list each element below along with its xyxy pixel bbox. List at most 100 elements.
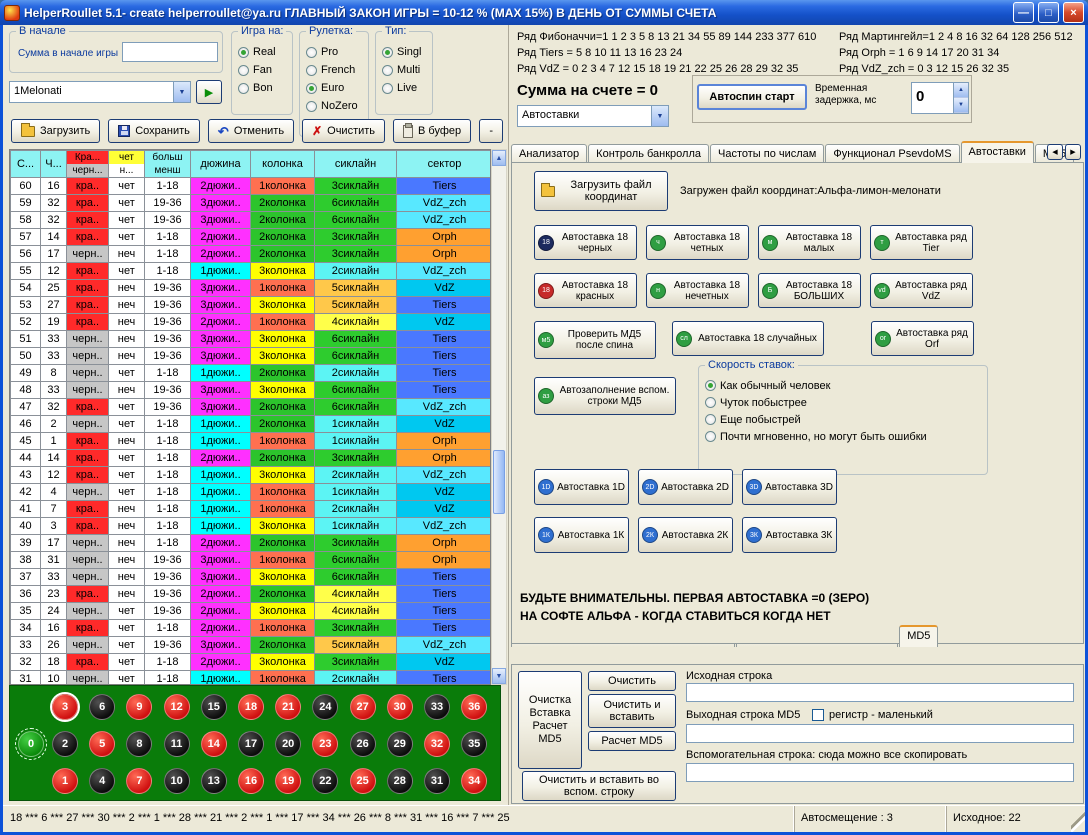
autobet-button[interactable]: 1КАвтоставка 1К bbox=[534, 517, 629, 553]
board-number-9[interactable]: 9 bbox=[126, 694, 152, 720]
delay-spinner[interactable]: 0 ▲ ▼ bbox=[911, 82, 969, 114]
board-number-35[interactable]: 35 bbox=[461, 731, 487, 757]
table-row[interactable]: 3110черн..чет1-181дюжи..1колонка2сиклайн… bbox=[11, 671, 492, 686]
autobet-button[interactable]: азАвтозаполнение вспом. строки МД5 bbox=[534, 377, 676, 415]
table-row[interactable]: 3733черн..неч19-363дюжи..3колонка6сиклай… bbox=[11, 569, 492, 586]
board-number-10[interactable]: 10 bbox=[164, 768, 190, 794]
board-number-31[interactable]: 31 bbox=[424, 768, 450, 794]
md5-calc-button[interactable]: Расчет MD5 bbox=[588, 731, 676, 751]
table-row[interactable]: 5512кра..чет1-181дюжи..3колонка2сиклайнV… bbox=[11, 263, 492, 280]
autobet-button[interactable]: 2КАвтоставка 2К bbox=[638, 517, 733, 553]
md5-clear-button[interactable]: Очистить bbox=[588, 671, 676, 691]
table-row[interactable]: 3831черн..неч19-363дюжи..1колонка6сиклай… bbox=[11, 552, 492, 569]
register-checkbox[interactable] bbox=[812, 709, 824, 721]
table-row[interactable]: 6016кра..чет1-182дюжи..1колонка3сиклайнT… bbox=[11, 178, 492, 195]
speed-option-2[interactable]: Еще побыстрей bbox=[699, 411, 987, 428]
board-number-22[interactable]: 22 bbox=[312, 768, 338, 794]
md5-clear-insert-aux-button[interactable]: Очистить и вставить во вспом. строку bbox=[522, 771, 676, 801]
bottom-tabs-tab-2[interactable]: MD5 bbox=[899, 625, 938, 647]
board-number-15[interactable]: 15 bbox=[201, 694, 227, 720]
title-bar[interactable]: HelperRoullet 5.1- create helperroullet@… bbox=[0, 0, 1088, 25]
board-number-21[interactable]: 21 bbox=[275, 694, 301, 720]
main-tabs-tab-0[interactable]: Анализатор bbox=[511, 144, 587, 163]
board-number-0[interactable]: 0 bbox=[18, 731, 44, 757]
table-row[interactable]: 3623кра..неч19-362дюжи..2колонка4сиклайн… bbox=[11, 586, 492, 603]
board-number-25[interactable]: 25 bbox=[350, 768, 376, 794]
type-option-1[interactable]: Multi bbox=[376, 61, 432, 79]
toolbar-minus-button[interactable]: - bbox=[479, 119, 503, 143]
toolbar-save-button[interactable]: Сохранить bbox=[108, 119, 200, 143]
minimize-button[interactable]: — bbox=[1013, 2, 1034, 23]
toolbar-buffer-button[interactable]: В буфер bbox=[393, 119, 471, 143]
resize-grip[interactable] bbox=[1071, 806, 1085, 832]
scroll-thumb[interactable] bbox=[493, 450, 505, 514]
board-number-7[interactable]: 7 bbox=[126, 768, 152, 794]
output-string-input[interactable] bbox=[686, 724, 1074, 743]
autobet-button[interactable]: 18Автоставка 18 красных bbox=[534, 273, 637, 308]
spinner-up-icon[interactable]: ▲ bbox=[954, 83, 968, 98]
autobet-button[interactable]: нАвтоставка 18 нечетных bbox=[646, 273, 749, 308]
autobet-button[interactable]: orАвтоставка ряд Orf bbox=[871, 321, 974, 356]
autobet-button[interactable]: чАвтоставка 18 четных bbox=[646, 225, 749, 260]
table-row[interactable]: 403кра..неч1-181дюжи..3колонка1сиклайнVd… bbox=[11, 518, 492, 535]
main-tabs-tab-2[interactable]: Частоты по числам bbox=[710, 144, 824, 163]
speed-option-0[interactable]: Как обычный человек bbox=[699, 377, 987, 394]
board-number-6[interactable]: 6 bbox=[89, 694, 115, 720]
table-row[interactable]: 5714кра..чет1-182дюжи..2колонка3сиклайнO… bbox=[11, 229, 492, 246]
chevron-down-icon[interactable]: ▼ bbox=[651, 106, 668, 126]
board-number-32[interactable]: 32 bbox=[424, 731, 450, 757]
board-number-14[interactable]: 14 bbox=[201, 731, 227, 757]
table-row[interactable]: 498черн..чет1-181дюжи..2колонка2сиклайнT… bbox=[11, 365, 492, 382]
load-coordinates-button[interactable]: Загрузить файл координат bbox=[534, 171, 668, 211]
table-row[interactable]: 3218кра..чет1-182дюжи..3колонка3сиклайнV… bbox=[11, 654, 492, 671]
type-option-0[interactable]: Singl bbox=[376, 43, 432, 61]
tab-scroll-right-icon[interactable]: ▶ bbox=[1065, 144, 1081, 160]
table-row[interactable]: 5832кра..чет19-363дюжи..2колонка6сиклайн… bbox=[11, 212, 492, 229]
toolbar-load-button[interactable]: Загрузить bbox=[11, 119, 100, 143]
board-number-28[interactable]: 28 bbox=[387, 768, 413, 794]
board-number-13[interactable]: 13 bbox=[201, 768, 227, 794]
board-number-4[interactable]: 4 bbox=[89, 768, 115, 794]
source-string-input[interactable] bbox=[686, 683, 1074, 702]
table-row[interactable]: 3524черн..чет19-362дюжи..3колонка4сиклай… bbox=[11, 603, 492, 620]
table-row[interactable]: 5219кра..неч19-362дюжи..1колонка4сиклайн… bbox=[11, 314, 492, 331]
type-option-2[interactable]: Live bbox=[376, 79, 432, 97]
table-scrollbar[interactable]: ▲ ▼ bbox=[491, 149, 507, 685]
play-button[interactable]: ▶ bbox=[196, 80, 222, 104]
game-on-option-0[interactable]: Real bbox=[232, 43, 292, 61]
md5-clear-insert-button[interactable]: Очистить и вставить bbox=[588, 694, 676, 728]
board-number-26[interactable]: 26 bbox=[350, 731, 376, 757]
roulette-option-1[interactable]: French bbox=[300, 61, 368, 79]
board-number-3[interactable]: 3 bbox=[52, 694, 78, 720]
autobet-button[interactable]: 18Автоставка 18 черных bbox=[534, 225, 637, 260]
table-row[interactable]: 5617черн..неч1-182дюжи..2колонка3сиклайн… bbox=[11, 246, 492, 263]
table-row[interactable]: 3416кра..чет1-182дюжи..1колонка3сиклайнT… bbox=[11, 620, 492, 637]
tab-scroll-left-icon[interactable]: ◀ bbox=[1047, 144, 1063, 160]
board-number-29[interactable]: 29 bbox=[387, 731, 413, 757]
table-row[interactable]: 3326черн..чет19-363дюжи..2колонка5сиклай… bbox=[11, 637, 492, 654]
board-number-16[interactable]: 16 bbox=[238, 768, 264, 794]
table-row[interactable]: 4732кра..чет19-363дюжи..2колонка6сиклайн… bbox=[11, 399, 492, 416]
board-number-24[interactable]: 24 bbox=[312, 694, 338, 720]
autobet-button[interactable]: 3КАвтоставка 3К bbox=[742, 517, 837, 553]
close-button[interactable]: × bbox=[1063, 2, 1084, 23]
board-number-11[interactable]: 11 bbox=[164, 731, 190, 757]
table-row[interactable]: 5327кра..неч19-363дюжи..3колонка5сиклайн… bbox=[11, 297, 492, 314]
autobet-button[interactable]: БАвтоставка 18 БОЛЬШИХ bbox=[758, 273, 861, 308]
speed-option-1[interactable]: Чуток побыстрее bbox=[699, 394, 987, 411]
board-number-36[interactable]: 36 bbox=[461, 694, 487, 720]
md5-clear-insert-calc-button[interactable]: Очистка Вставка Расчет MD5 bbox=[518, 671, 582, 769]
autobet-button[interactable]: vdАвтоставка ряд VdZ bbox=[870, 273, 973, 308]
table-row[interactable]: 4414кра..чет1-182дюжи..2колонка3сиклайнO… bbox=[11, 450, 492, 467]
roulette-option-3[interactable]: NoZero bbox=[300, 97, 368, 115]
board-number-18[interactable]: 18 bbox=[238, 694, 264, 720]
scroll-down-icon[interactable]: ▼ bbox=[492, 668, 506, 684]
table-row[interactable]: 5932кра..чет19-363дюжи..2колонка6сиклайн… bbox=[11, 195, 492, 212]
board-number-20[interactable]: 20 bbox=[275, 731, 301, 757]
board-number-1[interactable]: 1 bbox=[52, 768, 78, 794]
table-row[interactable]: 5133черн..неч19-363дюжи..3колонка6сиклай… bbox=[11, 331, 492, 348]
board-number-5[interactable]: 5 bbox=[89, 731, 115, 757]
board-number-12[interactable]: 12 bbox=[164, 694, 190, 720]
autobet-button[interactable]: 2DАвтоставка 2D bbox=[638, 469, 733, 505]
profile-dropdown[interactable]: 1Melonati ▼ bbox=[9, 81, 191, 103]
